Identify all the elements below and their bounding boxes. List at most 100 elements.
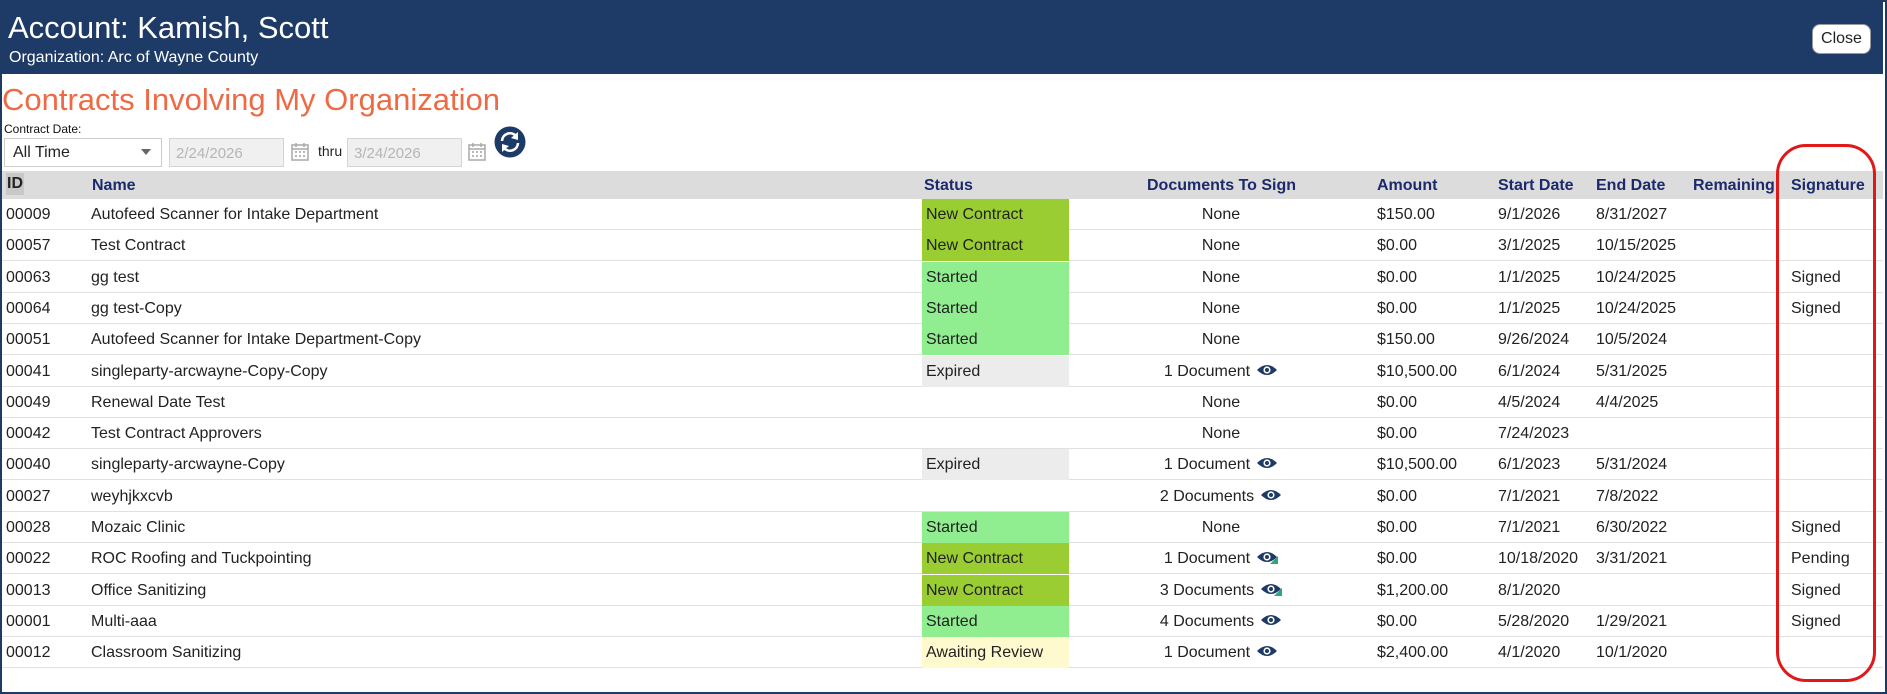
end-date: 1/29/2021 — [1596, 613, 1668, 630]
table-row[interactable]: 00063 gg test Started None $0.00 1/1/2025 10/2… — [2, 262, 1883, 293]
refresh-icon[interactable] — [494, 126, 526, 158]
column-header-signature[interactable]: Signature — [1791, 177, 1865, 195]
table-row[interactable]: 00027 weyhjkxcvb 2 Documents $0.00 7/1/2021 7… — [2, 481, 1883, 512]
status-badge — [922, 418, 1069, 449]
table-row[interactable]: 00042 Test Contract Approvers None $0.00 7/2… — [2, 418, 1883, 449]
table-row[interactable]: 00051 Autofeed Scanner for Intake Departm… — [2, 324, 1883, 355]
contract-name[interactable]: Test Contract — [91, 230, 185, 261]
column-header-start-date[interactable]: Start Date — [1498, 177, 1574, 195]
contract-name[interactable]: Test Contract Approvers — [91, 418, 262, 449]
documents-to-sign: None — [1070, 293, 1372, 324]
documents-count: None — [1201, 300, 1241, 317]
contract-name[interactable]: Autofeed Scanner for Intake Department — [91, 199, 378, 230]
table-row[interactable]: 00012 Classroom Sanitizing Awaiting Review… — [2, 637, 1883, 668]
amount: $0.00 — [1377, 550, 1418, 567]
documents-to-sign: 1 Document — [1070, 543, 1372, 574]
contract-name[interactable]: Mozaic Clinic — [91, 512, 185, 543]
status-badge: Started — [922, 324, 1069, 355]
status-badge — [922, 387, 1069, 418]
column-header-name[interactable]: Name — [92, 177, 136, 195]
view-documents-eye-icon[interactable] — [1260, 613, 1282, 627]
documents-to-sign: None — [1070, 230, 1372, 261]
date-range-select[interactable]: All Time — [4, 138, 162, 167]
status-badge: Expired — [922, 449, 1069, 480]
start-date: 4/1/2020 — [1498, 644, 1561, 661]
calendar-icon[interactable] — [290, 142, 310, 162]
signature-status: Pending — [1791, 550, 1850, 567]
end-date: 10/24/2025 — [1596, 269, 1677, 286]
column-header-remaining[interactable]: Remaining — [1693, 177, 1775, 195]
column-header-end-date[interactable]: End Date — [1596, 177, 1665, 195]
contract-name[interactable]: gg test — [91, 262, 139, 293]
contract-name[interactable]: Renewal Date Test — [91, 387, 225, 418]
thru-label: thru — [318, 143, 343, 159]
table-row[interactable]: 00013 Office Sanitizing New Contract 3 Docu… — [2, 575, 1883, 606]
documents-count: 1 Document — [1163, 363, 1251, 380]
status-badge: Started — [922, 262, 1069, 293]
status-badge: New Contract — [922, 199, 1069, 230]
documents-to-sign: 1 Document — [1070, 356, 1372, 387]
contract-name[interactable]: Multi-aaa — [91, 606, 157, 637]
documents-to-sign: None — [1070, 262, 1372, 293]
signature-status: Signed — [1791, 519, 1841, 536]
documents-count: 3 Documents — [1159, 582, 1255, 599]
end-date: 5/31/2025 — [1596, 363, 1668, 380]
table-row[interactable]: 00057 Test Contract New Contract None $0.00 3… — [2, 230, 1883, 261]
close-button[interactable]: Close — [1812, 24, 1871, 54]
documents-count: 1 Document — [1163, 550, 1251, 567]
organization-label: Organization: Arc of Wayne County — [9, 49, 259, 66]
column-header-status[interactable]: Status — [924, 177, 973, 195]
table-row[interactable]: 00040 singleparty-arcwayne-Copy Expired 1 D… — [2, 449, 1883, 480]
documents-to-sign: 1 Document — [1070, 637, 1372, 668]
documents-to-sign: None — [1070, 418, 1372, 449]
calendar-icon[interactable] — [467, 142, 487, 162]
status-badge — [922, 481, 1069, 512]
start-date: 9/1/2026 — [1498, 206, 1561, 223]
contract-name[interactable]: gg test-Copy — [91, 293, 182, 324]
table-row[interactable]: 00064 gg test-Copy Started None $0.00 1/1/202… — [2, 293, 1883, 324]
start-date: 1/1/2025 — [1498, 300, 1561, 317]
contract-name[interactable]: singleparty-arcwayne-Copy-Copy — [91, 356, 328, 387]
start-date: 6/1/2023 — [1498, 456, 1561, 473]
amount: $10,500.00 — [1377, 456, 1458, 473]
contract-date-label: Contract Date: — [4, 122, 82, 136]
column-header-id[interactable]: ID — [6, 173, 24, 195]
status-badge: Started — [922, 606, 1069, 637]
account-title: Account: Kamish, Scott — [8, 10, 329, 45]
table-row[interactable]: 00028 Mozaic Clinic Started None $0.00 7/1/20… — [2, 512, 1883, 543]
column-header-amount[interactable]: Amount — [1377, 177, 1437, 195]
contract-name[interactable]: ROC Roofing and Tuckpointing — [91, 543, 312, 574]
contract-name[interactable]: singleparty-arcwayne-Copy — [91, 449, 285, 480]
contract-name[interactable]: Classroom Sanitizing — [91, 637, 241, 668]
amount: $0.00 — [1377, 488, 1418, 505]
table-row[interactable]: 00001 Multi-aaa Started 4 Documents $0.00 5/2… — [2, 606, 1883, 637]
view-documents-eye-icon[interactable] — [1256, 550, 1279, 564]
documents-to-sign: None — [1070, 324, 1372, 355]
contract-id: 00057 — [6, 237, 51, 254]
view-documents-eye-icon[interactable] — [1256, 363, 1278, 377]
signature-status: Signed — [1791, 582, 1841, 599]
from-date-input[interactable]: 2/24/2026 — [169, 138, 284, 167]
contract-name[interactable]: Office Sanitizing — [91, 575, 206, 606]
table-row[interactable]: 00041 singleparty-arcwayne-Copy-Copy Expir… — [2, 356, 1883, 387]
start-date: 1/1/2025 — [1498, 269, 1561, 286]
contract-name[interactable]: weyhjkxcvb — [91, 481, 173, 512]
contract-id: 00041 — [6, 363, 51, 380]
table-row[interactable]: 00009 Autofeed Scanner for Intake Departm… — [2, 199, 1883, 230]
documents-count: None — [1201, 237, 1241, 254]
table-row[interactable]: 00049 Renewal Date Test None $0.00 4/5/2024 4… — [2, 387, 1883, 418]
to-date-input[interactable]: 3/24/2026 — [347, 138, 462, 167]
contract-id: 00042 — [6, 425, 51, 442]
signature-status: Signed — [1791, 269, 1841, 286]
column-header-documents[interactable]: Documents To Sign — [1147, 177, 1296, 195]
documents-to-sign: None — [1070, 512, 1372, 543]
view-documents-eye-icon[interactable] — [1260, 488, 1282, 502]
contract-name[interactable]: Autofeed Scanner for Intake Department-C… — [91, 324, 421, 355]
view-documents-eye-icon[interactable] — [1260, 582, 1283, 596]
table-row[interactable]: 00022 ROC Roofing and Tuckpointing New Con… — [2, 543, 1883, 574]
view-documents-eye-icon[interactable] — [1256, 456, 1278, 470]
contract-id: 00028 — [6, 519, 51, 536]
start-date: 7/1/2021 — [1498, 488, 1561, 505]
documents-count: None — [1201, 519, 1241, 536]
view-documents-eye-icon[interactable] — [1256, 644, 1278, 658]
